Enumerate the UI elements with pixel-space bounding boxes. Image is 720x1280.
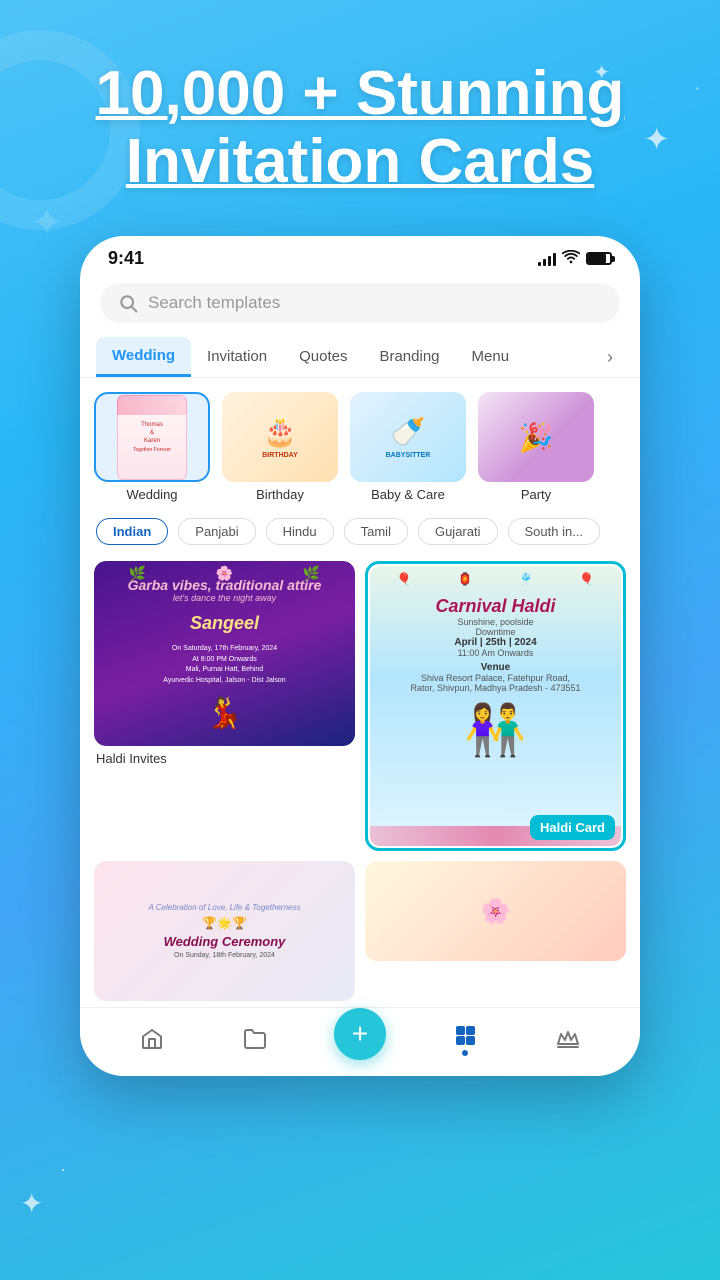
tab-quotes[interactable]: Quotes bbox=[283, 338, 363, 377]
folder-icon bbox=[242, 1026, 268, 1052]
nav-templates[interactable] bbox=[440, 1018, 490, 1060]
bottom-nav: + bbox=[80, 1007, 640, 1076]
party-emoji-icon: 🎉 bbox=[519, 421, 554, 454]
search-input[interactable]: Search templates bbox=[148, 293, 280, 313]
birthday-emoji-icon: 🎂 bbox=[263, 415, 298, 448]
sparkle-icon-4: ✦ bbox=[20, 1187, 43, 1220]
tabs-more-chevron[interactable]: › bbox=[596, 343, 624, 371]
haldi-card-preview: 🌿🌸🌿 Garba vibes, traditional attire let'… bbox=[94, 561, 355, 746]
wedding-ceremony-preview: A Celebration of Love, Life & Togetherne… bbox=[94, 861, 355, 1001]
partial-card-preview: 🌸 bbox=[365, 861, 626, 961]
tab-invitation[interactable]: Invitation bbox=[191, 338, 283, 377]
template-label-wedding: Wedding bbox=[94, 487, 210, 502]
nav-crown[interactable] bbox=[543, 1022, 593, 1056]
pill-indian[interactable]: Indian bbox=[96, 518, 168, 545]
carnival-card-preview: 🎈🏮🎐🎈 Carnival Haldi Sunshine, poolside D… bbox=[370, 566, 621, 846]
signal-icon bbox=[538, 252, 556, 266]
grid-icon bbox=[452, 1022, 478, 1048]
sparkle-icon-5: · bbox=[60, 1159, 66, 1180]
template-card-birthday[interactable]: 🎂 BIRTHDAY Birthday bbox=[222, 392, 338, 502]
status-bar: 9:41 bbox=[80, 236, 640, 275]
gallery-label-haldi: Haldi Invites bbox=[94, 746, 355, 768]
nav-browse[interactable] bbox=[230, 1022, 280, 1056]
active-nav-dot bbox=[462, 1050, 468, 1056]
hero-section: 10,000 + Stunning Invitation Cards bbox=[0, 0, 720, 226]
template-label-party: Party bbox=[478, 487, 594, 502]
pill-south[interactable]: South in... bbox=[508, 518, 601, 545]
template-card-wedding[interactable]: Thomas&KarenTogether Forever Wedding bbox=[94, 392, 210, 502]
filter-pills: Indian Panjabi Hindu Tamil Gujarati Sout… bbox=[80, 512, 640, 555]
wedding-preview: Thomas&KarenTogether Forever bbox=[117, 395, 187, 480]
tab-branding[interactable]: Branding bbox=[363, 338, 455, 377]
baby-emoji-icon: 🍼 bbox=[391, 415, 426, 448]
hero-title: 10,000 + Stunning Invitation Cards bbox=[40, 60, 680, 196]
plus-icon: + bbox=[352, 1018, 368, 1050]
category-tabs: Wedding Invitation Quotes Branding Menu … bbox=[80, 337, 640, 378]
tab-menu[interactable]: Menu bbox=[456, 338, 526, 377]
template-label-baby: Baby & Care bbox=[350, 487, 466, 502]
pill-panjabi[interactable]: Panjabi bbox=[178, 518, 255, 545]
gallery-grid: 🌿🌸🌿 Garba vibes, traditional attire let'… bbox=[80, 555, 640, 1007]
battery-icon bbox=[586, 252, 612, 265]
phone-mockup: 9:41 Search templates bbox=[80, 236, 640, 1076]
template-cards-row: Thomas&KarenTogether Forever Wedding 🎂 B… bbox=[80, 378, 640, 512]
pill-hindu[interactable]: Hindu bbox=[266, 518, 334, 545]
template-label-birthday: Birthday bbox=[222, 487, 338, 502]
pill-tamil[interactable]: Tamil bbox=[344, 518, 408, 545]
hero-highlighted: 10,000 + Stunning bbox=[96, 59, 625, 128]
hero-subtitle: Invitation Cards bbox=[126, 127, 595, 196]
tab-wedding[interactable]: Wedding bbox=[96, 337, 191, 377]
search-icon bbox=[118, 293, 138, 313]
gallery-item-partial[interactable]: 🌸 bbox=[365, 861, 626, 1001]
create-fab-button[interactable]: + bbox=[334, 1008, 386, 1060]
status-icons bbox=[538, 250, 612, 267]
crown-icon bbox=[555, 1026, 581, 1052]
template-card-party[interactable]: 🎉 Party bbox=[478, 392, 594, 502]
nav-home[interactable] bbox=[127, 1022, 177, 1056]
template-card-baby[interactable]: 🍼 BABYSITTER Baby & Care bbox=[350, 392, 466, 502]
pill-gujarati[interactable]: Gujarati bbox=[418, 518, 498, 545]
gallery-item-wedding-ceremony[interactable]: A Celebration of Love, Life & Togetherne… bbox=[94, 861, 355, 1001]
home-icon bbox=[139, 1026, 165, 1052]
wifi-icon bbox=[562, 250, 580, 267]
search-bar[interactable]: Search templates bbox=[100, 283, 620, 323]
haldi-card-badge: Haldi Card bbox=[530, 815, 615, 840]
status-time: 9:41 bbox=[108, 248, 144, 269]
gallery-item-carnival[interactable]: 🎈🏮🎐🎈 Carnival Haldi Sunshine, poolside D… bbox=[365, 561, 626, 851]
gallery-item-haldi[interactable]: 🌿🌸🌿 Garba vibes, traditional attire let'… bbox=[94, 561, 355, 851]
